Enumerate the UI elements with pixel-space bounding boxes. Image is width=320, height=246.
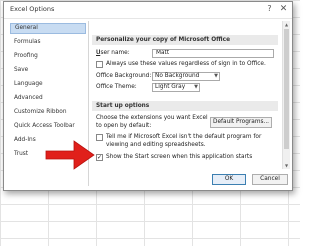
ok-button[interactable]: OK <box>212 174 246 185</box>
always-use-values-label: Always use these values regardless of si… <box>106 61 266 67</box>
title-bar: Excel Options ? ✕ <box>4 2 292 19</box>
chevron-down-icon: ▼ <box>214 73 218 79</box>
sidebar-item-customize-ribbon[interactable]: Customize Ribbon <box>10 107 86 118</box>
tell-me-default-line1: Tell me if Microsoft Excel isn't the def… <box>106 134 262 140</box>
username-label: UUser name: <box>96 50 130 56</box>
sidebar-item-save[interactable]: Save <box>10 65 86 76</box>
red-annotation-arrow-icon <box>45 140 95 170</box>
office-theme-select[interactable]: Light Gray ▼ <box>152 83 200 92</box>
scroll-up-icon[interactable]: ▲ <box>283 21 290 28</box>
sidebar-item-formulas[interactable]: Formulas <box>10 37 86 48</box>
cancel-button[interactable]: Cancel <box>252 174 288 185</box>
window-title: Excel Options <box>10 5 55 13</box>
username-input[interactable] <box>152 49 274 58</box>
office-background-select[interactable]: No Background ▼ <box>152 72 220 81</box>
sidebar-item-general[interactable]: General <box>10 23 86 34</box>
help-button[interactable]: ? <box>263 3 276 15</box>
extensions-text-line1: Choose the extensions you want Excel <box>96 115 208 121</box>
sidebar-item-quick-access-toolbar[interactable]: Quick Access Toolbar <box>10 121 86 132</box>
sidebar-item-advanced[interactable]: Advanced <box>10 93 86 104</box>
sidebar-item-proofing[interactable]: Proofing <box>10 51 86 62</box>
scrollbar-thumb[interactable] <box>284 29 289 149</box>
username-label-text: User name: <box>96 50 130 56</box>
tell-me-default-checkbox[interactable] <box>96 134 103 141</box>
office-theme-value: Light Gray <box>155 84 186 90</box>
extensions-text-line2: to open by default: <box>96 123 152 129</box>
show-start-screen-checkbox[interactable]: ✓ <box>96 154 103 161</box>
default-programs-button[interactable]: Default Programs... <box>210 117 272 128</box>
startup-section-header: Start up options <box>92 101 278 111</box>
chevron-down-icon: ▼ <box>194 84 198 90</box>
tell-me-default-line2: viewing and editing spreadsheets. <box>106 142 206 148</box>
scroll-down-icon[interactable]: ▼ <box>283 162 290 169</box>
office-background-label: Office Background: <box>96 73 152 79</box>
sidebar-item-language[interactable]: Language <box>10 79 86 90</box>
general-options-panel: Personalize your copy of Microsoft Offic… <box>92 21 280 169</box>
personalize-section-header: Personalize your copy of Microsoft Offic… <box>92 35 278 45</box>
always-use-values-checkbox[interactable] <box>96 61 103 68</box>
close-button[interactable]: ✕ <box>277 3 290 15</box>
office-background-value: No Background <box>155 73 200 79</box>
show-start-screen-label: Show the Start screen when this applicat… <box>106 154 253 160</box>
options-scrollbar[interactable]: ▲ ▼ <box>282 21 290 169</box>
office-theme-label: Office Theme: <box>96 84 137 90</box>
